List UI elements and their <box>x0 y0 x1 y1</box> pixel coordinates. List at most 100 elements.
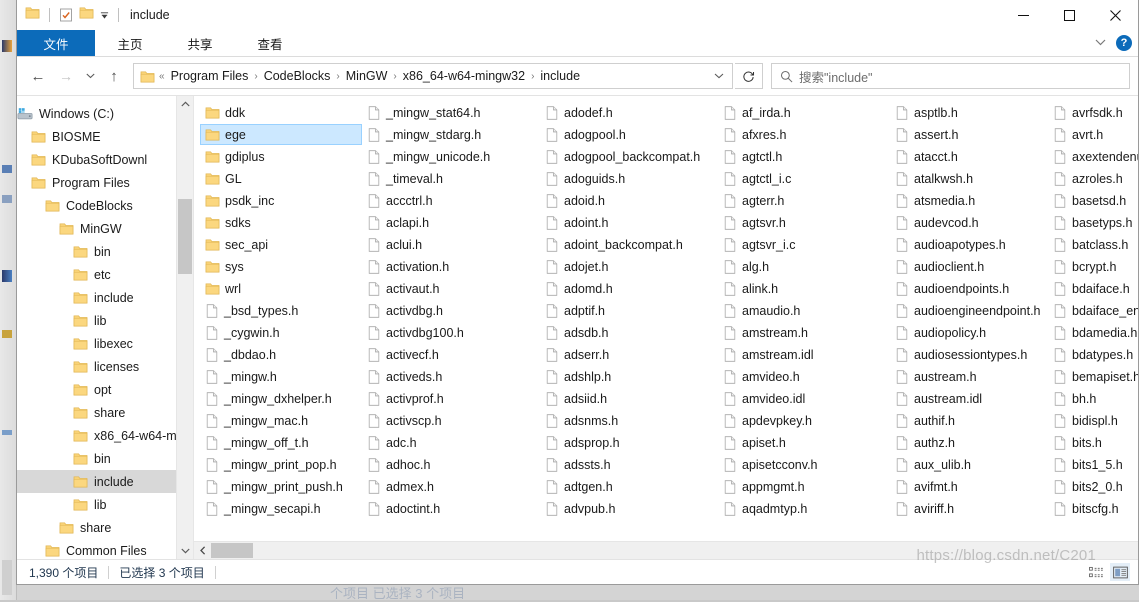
file-list-item[interactable]: _bsd_types.h <box>200 300 362 321</box>
file-list-item[interactable]: audioclient.h <box>890 256 1020 277</box>
properties-icon[interactable] <box>59 8 73 22</box>
file-list-item[interactable]: avrfsdk.h <box>1048 102 1138 123</box>
file-list-item[interactable]: audioendpoints.h <box>890 278 1020 299</box>
file-list-item[interactable]: _mingw_print_pop.h <box>200 454 362 475</box>
file-list-item[interactable]: amaudio.h <box>718 300 848 321</box>
file-list-item[interactable]: wrl <box>200 278 362 299</box>
file-list-item[interactable]: ddk <box>200 102 362 123</box>
file-list-item[interactable]: adsdb.h <box>540 322 712 343</box>
file-list-item[interactable]: austream.h <box>890 366 1048 387</box>
file-list-item[interactable]: bidispl.h <box>1048 410 1138 431</box>
nav-item-codeblocks[interactable]: CodeBlocks <box>17 194 193 217</box>
file-list-item[interactable]: bemapiset.h <box>1048 366 1138 387</box>
file-list-item[interactable]: agtsvr.h <box>718 212 890 233</box>
file-list-item[interactable]: bdamedia.h <box>1048 322 1138 343</box>
file-list-item[interactable]: adoint.h <box>540 212 718 233</box>
file-list-item[interactable]: advpub.h <box>540 498 712 519</box>
breadcrumb-overflow[interactable]: « <box>155 71 169 82</box>
chevron-down-icon[interactable] <box>1095 37 1106 49</box>
file-list-item[interactable]: bits.h <box>1048 432 1138 453</box>
file-list-item[interactable]: sec_api <box>200 234 362 255</box>
nav-item-licenses[interactable]: licenses <box>17 355 193 378</box>
nav-item-common-files[interactable]: Common Files <box>17 539 193 559</box>
file-list-item[interactable]: bdaiface.h <box>1048 278 1138 299</box>
file-list-item[interactable]: activaut.h <box>362 278 540 299</box>
file-list-item[interactable]: agtsvr_i.c <box>718 234 890 255</box>
file-list-item[interactable]: batclass.h <box>1048 234 1138 255</box>
search-box[interactable]: 搜索"include" <box>771 63 1130 89</box>
nav-scrollbar[interactable] <box>176 96 193 559</box>
file-list-item[interactable]: admex.h <box>362 476 540 497</box>
breadcrumb-0[interactable]: Program Files <box>169 69 251 83</box>
maximize-button[interactable] <box>1046 0 1092 30</box>
file-list-item[interactable]: adsnms.h <box>540 410 712 431</box>
nav-scroll-down-icon[interactable] <box>177 543 193 559</box>
nav-item-lib[interactable]: lib <box>17 309 193 332</box>
address-dropdown-icon[interactable] <box>714 71 724 82</box>
file-list-item[interactable]: adsiid.h <box>540 388 712 409</box>
file-list-item[interactable]: appmgmt.h <box>718 476 848 497</box>
file-list-item[interactable]: austream.idl <box>890 388 1048 409</box>
customize-dropdown-icon[interactable] <box>100 11 109 20</box>
file-list-item[interactable]: activdbg.h <box>362 300 540 321</box>
file-list-item[interactable]: bits2_0.h <box>1048 476 1138 497</box>
file-list-item[interactable]: activprof.h <box>362 388 540 409</box>
nav-item-share[interactable]: share <box>17 516 193 539</box>
breadcrumb-1[interactable]: CodeBlocks <box>262 69 333 83</box>
file-list-item[interactable]: avrt.h <box>1048 124 1138 145</box>
file-list-item[interactable]: aclui.h <box>362 234 540 255</box>
file-list-item[interactable]: amstream.h <box>718 322 848 343</box>
nav-item-kdubasoftdownl[interactable]: KDubaSoftDownl <box>17 148 193 171</box>
file-list-item[interactable]: atacct.h <box>890 146 1020 167</box>
file-list-item[interactable]: alink.h <box>718 278 890 299</box>
file-list-item[interactable]: basetsd.h <box>1048 190 1138 211</box>
file-list-item[interactable]: amvideo.h <box>718 366 848 387</box>
close-button[interactable] <box>1092 0 1138 30</box>
file-list-item[interactable]: axextendenums.h <box>1048 146 1138 167</box>
file-list-item[interactable]: basetyps.h <box>1048 212 1138 233</box>
nav-item-include[interactable]: include <box>17 470 193 493</box>
file-list-item[interactable]: adojet.h <box>540 256 712 277</box>
file-list-item[interactable]: _mingw_unicode.h <box>362 146 524 167</box>
file-list-item[interactable]: audevcod.h <box>890 212 1020 233</box>
file-list-item[interactable]: gdiplus <box>200 146 362 167</box>
file-list-item[interactable]: _mingw_print_push.h <box>200 476 362 497</box>
file-list-item[interactable]: _mingw_stat64.h <box>362 102 524 123</box>
file-list-item[interactable]: _mingw_stdarg.h <box>362 124 524 145</box>
horizontal-scrollbar[interactable] <box>194 541 1138 559</box>
file-list-item[interactable]: sdks <box>200 212 362 233</box>
file-list-item[interactable]: apdevpkey.h <box>718 410 848 431</box>
file-list-item[interactable]: afxres.h <box>718 124 890 145</box>
file-list-item[interactable]: sys <box>200 256 362 277</box>
file-list-item[interactable]: bcrypt.h <box>1048 256 1138 277</box>
file-list-item[interactable]: amvideo.idl <box>718 388 848 409</box>
file-list-item[interactable]: ege <box>200 124 362 145</box>
file-list-item[interactable]: _timeval.h <box>362 168 540 189</box>
file-list-item[interactable]: adhoc.h <box>362 454 540 475</box>
nav-item-opt[interactable]: opt <box>17 378 193 401</box>
file-list-item[interactable]: bdatypes.h <box>1048 344 1138 365</box>
file-list-item[interactable]: accctrl.h <box>362 190 540 211</box>
file-list-item[interactable]: psdk_inc <box>200 190 362 211</box>
file-list-item[interactable]: aqadmtyp.h <box>718 498 848 519</box>
up-button[interactable]: ↑ <box>101 63 127 89</box>
nav-item-etc[interactable]: etc <box>17 263 193 286</box>
file-list-item[interactable]: bits1_5.h <box>1048 454 1138 475</box>
file-list-item[interactable]: agtctl_i.c <box>718 168 890 189</box>
file-list-item[interactable]: activeds.h <box>362 366 540 387</box>
file-list-item[interactable]: audioengineendpoint.h <box>890 300 1020 321</box>
file-list-item[interactable]: activecf.h <box>362 344 540 365</box>
file-list-item[interactable]: atsmedia.h <box>890 190 1020 211</box>
large-icons-view-icon[interactable] <box>1110 563 1130 581</box>
file-list-item[interactable]: adoid.h <box>540 190 718 211</box>
nav-item-program-files[interactable]: Program Files <box>17 171 193 194</box>
back-button[interactable]: ← <box>25 63 51 89</box>
recent-locations-button[interactable] <box>81 63 99 89</box>
file-list-item[interactable]: _cygwin.h <box>200 322 362 343</box>
tab-view[interactable]: 查看 <box>235 30 305 56</box>
file-list-item[interactable]: asptlb.h <box>890 102 1020 123</box>
file-list-item[interactable]: activscp.h <box>362 410 540 431</box>
file-list-pane[interactable]: ddkegegdiplusGLpsdk_incsdkssec_apisyswrl… <box>194 96 1138 559</box>
file-list-item[interactable]: aviriff.h <box>890 498 1048 519</box>
file-list-item[interactable]: adc.h <box>362 432 540 453</box>
